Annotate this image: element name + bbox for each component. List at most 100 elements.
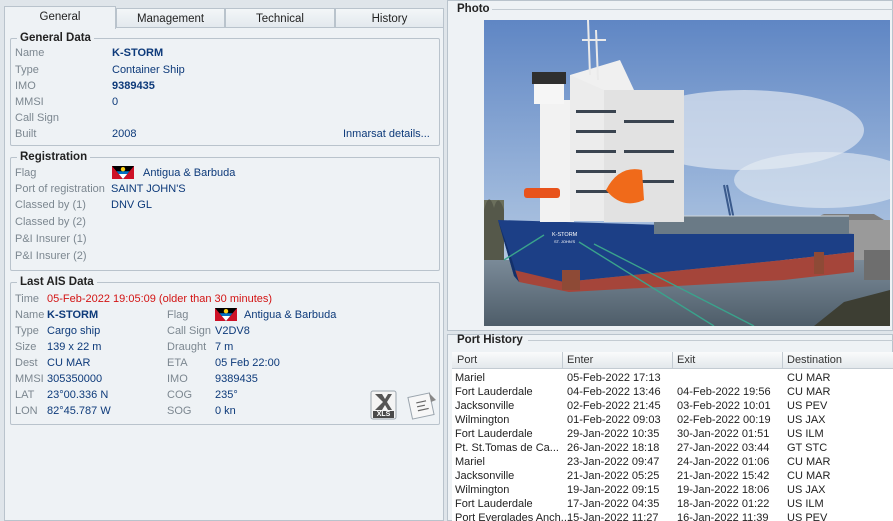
tab-bar: General Management Technical History [4,6,444,29]
table-row[interactable]: Jacksonville 21-Jan-2022 05:25 21-Jan-20… [452,469,893,483]
enter-cell: 19-Jan-2022 09:15 [567,484,660,496]
table-row[interactable]: Fort Lauderdale 17-Jan-2022 04:35 18-Jan… [452,497,893,511]
column-port[interactable]: Port [457,354,477,366]
ais-imo-label: IMO [167,373,188,385]
ais-call-sign-value: V2DV8 [215,325,250,337]
tab-history[interactable]: History [335,8,444,28]
port-cell: Mariel [455,456,485,468]
table-row[interactable]: Fort Lauderdale 29-Jan-2022 10:35 30-Jan… [452,427,893,441]
flag-label: Flag [15,167,37,179]
name-label: Name [15,47,45,59]
enter-cell: 15-Jan-2022 11:27 [567,512,659,521]
imo-value: 9389435 [112,80,155,92]
column-exit[interactable]: Exit [677,354,695,366]
destination-cell: GT STC [787,442,828,454]
table-row[interactable]: Port Everglades Anch... 15-Jan-2022 11:2… [452,511,893,521]
ais-type-value: Cargo ship [47,325,101,337]
port-cell: Fort Lauderdale [455,386,533,398]
classed-by-2-label: Classed by (2) [15,216,86,228]
exit-cell: 21-Jan-2022 15:42 [677,470,770,482]
xls-icon-label: XLS [376,411,391,418]
ais-size-label: Size [15,341,37,353]
destination-cell: US ILM [787,498,824,510]
table-row[interactable]: Mariel 05-Feb-2022 17:13 CU MAR [452,371,893,385]
exit-cell: 03-Feb-2022 10:01 [677,400,771,412]
ais-cog-value: 235° [215,389,238,401]
port-cell: Mariel [455,372,485,384]
tab-management[interactable]: Management [116,8,225,28]
ais-dest-label: Dest [15,357,38,369]
ais-size-value: 139 x 22 m [47,341,102,353]
enter-cell: 01-Feb-2022 09:03 [567,414,661,426]
type-value: Container Ship [112,64,185,76]
destination-cell: CU MAR [787,456,831,468]
table-row[interactable]: Jacksonville 02-Feb-2022 21:45 03-Feb-20… [452,399,893,413]
enter-cell: 02-Feb-2022 21:45 [567,400,661,412]
message-icon [407,392,436,420]
inmarsat-details-link[interactable]: Inmarsat details... [343,128,430,140]
export-xls-button[interactable]: XLS [370,390,397,420]
flag-value: Antigua & Barbuda [143,167,236,179]
ais-lon-value: 82°45.787 W [47,405,111,417]
ais-mmsi-label: MMSI [15,373,44,385]
exit-cell: 02-Feb-2022 00:19 [677,414,771,426]
column-enter[interactable]: Enter [567,354,593,366]
ais-draught-label: Draught [167,341,207,353]
ais-flag-label: Flag [167,309,189,321]
destination-cell: CU MAR [787,386,831,398]
mmsi-label: MMSI [15,96,44,108]
table-row[interactable]: Mariel 23-Jan-2022 09:47 24-Jan-2022 01:… [452,455,893,469]
port-history-header: Port History [457,334,523,346]
port-cell: Fort Lauderdale [455,428,533,440]
ais-call-sign-label: Call Sign [167,325,212,337]
ais-imo-value: 9389435 [215,373,258,385]
ais-eta-label: ETA [167,357,188,369]
name-value: K-STORM [112,47,164,59]
ais-type-label: Type [15,325,39,337]
ais-lat-value: 23°00.336 N [47,389,109,401]
port-cell: Jacksonville [455,400,515,412]
ais-dest-value: CU MAR [47,357,91,369]
built-value: 2008 [112,128,137,140]
registration-legend: Registration [20,151,88,163]
ais-name-label: Name [15,309,45,321]
ais-mmsi-value: 305350000 [47,373,103,385]
ais-eta-value: 05 Feb 22:00 [215,357,280,369]
column-destination[interactable]: Destination [787,354,842,366]
destination-cell: CU MAR [787,470,831,482]
exit-cell: 27-Jan-2022 03:44 [677,442,770,454]
ais-lat-label: LAT [15,389,35,401]
enter-cell: 17-Jan-2022 04:35 [567,498,660,510]
enter-cell: 04-Feb-2022 13:46 [567,386,661,398]
port-of-registration-value: SAINT JOHN'S [111,183,186,195]
table-row[interactable]: Pt. St.Tomas de Ca... 26-Jan-2022 18:18 … [452,441,893,455]
tab-general[interactable]: General [4,6,116,29]
classed-by-1-value: DNV GL [111,199,152,211]
exit-cell: 24-Jan-2022 01:06 [677,456,770,468]
ship-photo[interactable]: K-STORM ST. JOHN'S [484,20,890,326]
photo-header-divider [492,9,893,10]
exit-cell: 16-Jan-2022 11:39 [677,512,769,521]
table-row[interactable]: Fort Lauderdale 04-Feb-2022 13:46 04-Feb… [452,385,893,399]
enter-cell: 29-Jan-2022 10:35 [567,428,660,440]
port-cell: Fort Lauderdale [455,498,533,510]
tab-technical[interactable]: Technical [225,8,335,28]
table-row[interactable]: Wilmington 01-Feb-2022 09:03 02-Feb-2022… [452,413,893,427]
exit-cell: 30-Jan-2022 01:51 [677,428,770,440]
send-message-button[interactable] [406,390,438,420]
enter-cell: 21-Jan-2022 05:25 [567,470,660,482]
enter-cell: 23-Jan-2022 09:47 [567,456,660,468]
ais-flag-value: Antigua & Barbuda [244,309,337,321]
port-history-table-header: Port Enter Exit Destination [452,352,893,369]
last-ais-data-legend: Last AIS Data [20,276,94,288]
mmsi-value: 0 [112,96,119,108]
table-row[interactable]: Wilmington 19-Jan-2022 09:15 19-Jan-2022… [452,483,893,497]
built-label: Built [15,128,37,140]
ship-hull-name: K-STORM [552,232,578,238]
ais-draught-value: 7 m [215,341,234,353]
ais-antigua-flag-icon [215,308,237,321]
port-cell: Port Everglades Anch... [455,512,570,521]
general-data-legend: General Data [20,32,91,44]
pi-insurer-2-label: P&I Insurer (2) [15,250,87,262]
ais-sog-label: SOG [167,405,192,417]
